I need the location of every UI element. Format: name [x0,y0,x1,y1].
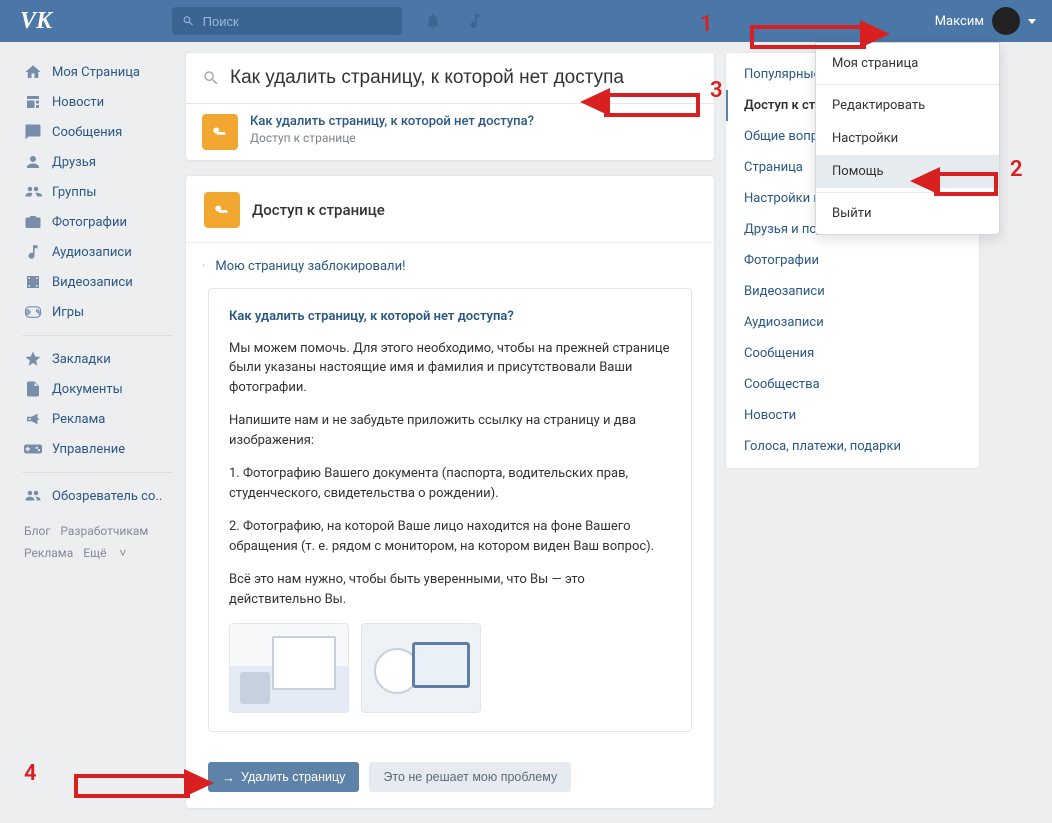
key-icon [202,114,238,150]
section-header: Доступ к странице [186,176,714,243]
cat-photos[interactable]: Фотографии [726,245,979,276]
cat-news[interactable]: Новости [726,400,979,431]
dd-help[interactable]: Помощь [816,155,999,188]
qa-p2: Напишите нам и не забудьте приложить ссы… [229,411,671,450]
user-avatar [992,7,1020,35]
cat-payments[interactable]: Голоса, платежи, подарки [726,431,979,462]
sidebar-item-messages[interactable]: Сообщения [20,117,175,147]
qa-p3: 1. Фотографию Вашего документа (паспорта… [229,464,671,503]
article-card: Доступ к странице Мою страницу заблокиро… [185,175,715,809]
messages-icon [24,123,42,141]
notifications-icon[interactable] [424,12,442,30]
dd-edit[interactable]: Редактировать [816,89,999,122]
sidebar-item-documents[interactable]: Документы [20,374,175,404]
global-search-input[interactable] [203,14,392,29]
qa-box: Как удалить страницу, к которой нет дост… [208,288,692,732]
sidebar-item-photos[interactable]: Фотографии [20,207,175,237]
star-icon [24,350,42,368]
footer-devs[interactable]: Разработчикам [60,524,148,538]
cat-audio[interactable]: Аудиозаписи [726,307,979,338]
friends-icon [24,153,42,171]
delete-page-button[interactable]: Удалить страницу [208,762,359,792]
sidebar-separator [22,335,173,336]
qa-p4: 2. Фотографию, на которой Ваше лицо нахо… [229,517,671,556]
cat-messages[interactable]: Сообщения [726,338,979,369]
community-icon [24,487,42,505]
groups-icon [24,183,42,201]
sidebar-item-games[interactable]: Игры [20,297,175,327]
footer-ads[interactable]: Реклама [24,546,73,560]
sidebar-footer: Блог Разработчикам Реклама Ещё ˅ [20,521,175,564]
music-icon[interactable] [466,12,484,30]
key-icon [204,192,240,228]
sidebar-item-friends[interactable]: Друзья [20,147,175,177]
dd-logout[interactable]: Выйти [816,197,999,230]
video-icon [24,273,42,291]
qa-p1: Мы можем помочь. Для этого необходимо, ч… [229,339,671,398]
gamepad-icon [24,440,42,458]
dd-my-page[interactable]: Моя страница [816,47,999,80]
qa-p5: Всё это нам нужно, чтобы быть уверенными… [229,570,671,609]
sidebar-item-observer[interactable]: Обозреватель со.. [20,481,175,511]
sidebar-item-ads[interactable]: Реклама [20,404,175,434]
top-header: VK Максим [0,0,1052,42]
blocked-link[interactable]: Мою страницу заблокировали! [214,259,692,274]
section-title: Доступ к странице [252,201,385,219]
search-icon [182,14,195,28]
cat-communities[interactable]: Сообщества [726,369,979,400]
not-solved-button[interactable]: Это не решает мою проблему [369,762,571,792]
illustration-passport [229,623,349,713]
footer-more[interactable]: Ещё ˅ [83,546,126,560]
document-icon [24,380,42,398]
games-icon [24,303,42,321]
megaphone-icon [24,410,42,428]
user-menu-trigger[interactable]: Максим [929,3,1042,39]
left-sidebar: Моя Страница Новости Сообщения Друзья Гр… [20,52,175,564]
search-suggestion[interactable]: Как удалить страницу, к которой нет дост… [186,103,714,160]
sidebar-separator [22,472,173,473]
dd-sep [816,192,999,193]
audio-icon [24,243,42,261]
chevron-down-icon [1028,19,1036,24]
sidebar-item-audio[interactable]: Аудиозаписи [20,237,175,267]
home-icon [24,63,42,81]
user-dropdown: Моя страница Редактировать Настройки Пом… [815,42,1000,235]
news-icon [24,93,42,111]
help-search-input[interactable] [230,67,698,89]
help-search-card: Как удалить страницу, к которой нет дост… [185,52,715,161]
user-name: Максим [935,14,984,29]
sidebar-item-news[interactable]: Новости [20,87,175,117]
suggestion-category: Доступ к странице [250,131,534,145]
vk-logo[interactable]: VK [20,8,52,35]
sidebar-item-bookmarks[interactable]: Закладки [20,344,175,374]
main-content: Как удалить страницу, к которой нет дост… [185,52,715,823]
dd-sep [816,84,999,85]
photos-icon [24,213,42,231]
global-search[interactable] [172,7,402,35]
sidebar-item-manage[interactable]: Управление [20,434,175,464]
sidebar-item-groups[interactable]: Группы [20,177,175,207]
sidebar-item-mypage[interactable]: Моя Страница [20,57,175,87]
suggestion-title: Как удалить страницу, к которой нет дост… [250,114,534,129]
footer-blog[interactable]: Блог [24,524,50,538]
cat-videos[interactable]: Видеозаписи [726,276,979,307]
illustration-selfie [361,623,481,713]
qa-question: Как удалить страницу, к которой нет дост… [229,307,671,327]
sidebar-item-video[interactable]: Видеозаписи [20,267,175,297]
dd-settings[interactable]: Настройки [816,122,999,155]
search-icon [202,69,220,87]
